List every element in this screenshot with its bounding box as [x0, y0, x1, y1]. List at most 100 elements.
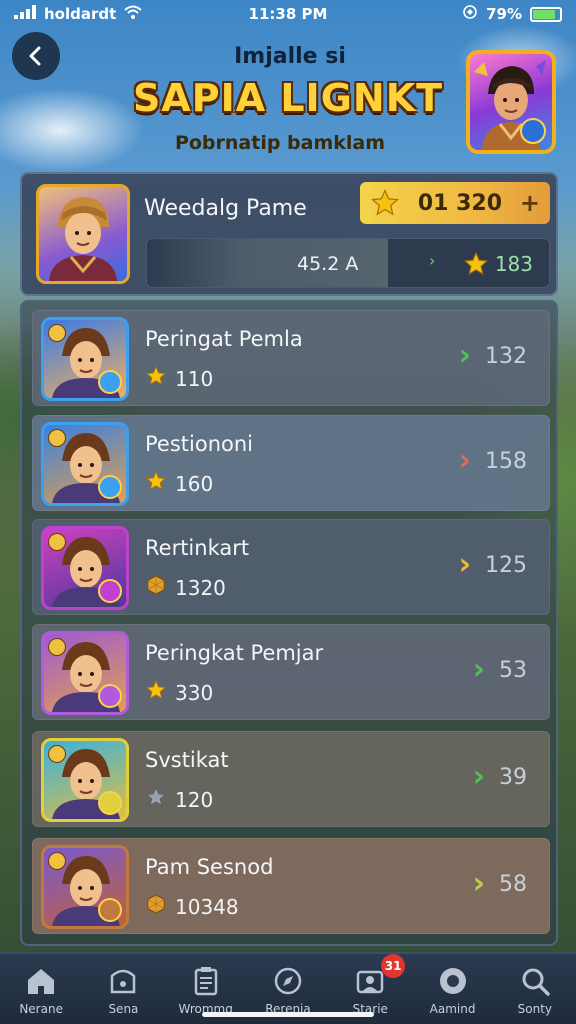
star-icon	[145, 679, 167, 706]
medal-icon	[98, 370, 122, 394]
clipboard-icon	[194, 967, 217, 996]
row-trend-value: 58	[499, 871, 527, 897]
status-time: 11:38 PM	[248, 5, 328, 23]
medal-icon	[98, 898, 122, 922]
nav-item-nerane[interactable]: Nerane	[0, 954, 82, 1024]
row-trend: › 39	[473, 762, 527, 792]
medal-icon	[98, 791, 122, 815]
star-icon	[145, 786, 167, 813]
star-icon	[463, 251, 488, 275]
nav-label: Aamind	[429, 1002, 476, 1016]
nav-item-sonty[interactable]: Sonty	[494, 954, 576, 1024]
chevron-right-icon: ›	[472, 866, 485, 901]
row-score-value: 1320	[175, 575, 226, 600]
header-subtitle: Imjalle si	[234, 44, 346, 69]
row-score-value: 330	[175, 680, 214, 705]
profile-badge-icon	[520, 118, 546, 144]
nav-item-aamind[interactable]: Aamind	[411, 954, 493, 1024]
rankings-list[interactable]: Peringat Pemla 110 › 132 Pestiononi 160	[20, 300, 558, 946]
row-avatar	[41, 422, 129, 506]
ranking-row[interactable]: Rertinkart 1320 › 125	[32, 519, 550, 615]
status-bar: holdardt 11:38 PM 79%	[0, 0, 576, 28]
player-name: Weedalg Pame	[144, 196, 307, 221]
rank-badge	[48, 745, 66, 763]
rank-badge	[48, 852, 66, 870]
shop-icon	[111, 969, 136, 994]
chevron-left-icon	[29, 46, 41, 66]
eye-icon	[439, 968, 466, 994]
score-value: 01 320	[417, 190, 503, 216]
progress-label: 45.2 A	[297, 253, 359, 275]
row-trend-value: 125	[485, 552, 527, 578]
player-portrait-icon	[49, 197, 117, 281]
wifi-icon	[124, 5, 142, 23]
row-avatar	[41, 631, 129, 715]
add-icon[interactable]: +	[520, 189, 540, 217]
row-avatar	[41, 317, 129, 401]
battery-level	[533, 9, 556, 19]
signal-icon	[14, 5, 36, 23]
row-score-value: 120	[175, 787, 214, 812]
medal-icon	[98, 684, 122, 708]
nav-label: Sena	[108, 1002, 139, 1016]
row-name: Pestiononi	[145, 432, 253, 456]
page-title: SAPIA LIGNKT	[132, 76, 444, 120]
location-icon	[462, 4, 478, 24]
ranking-row[interactable]: Peringkat Pemjar 330 › 53	[32, 624, 550, 720]
row-trend: › 132	[459, 341, 527, 371]
battery-percent: 79%	[486, 5, 522, 23]
row-trend-value: 158	[485, 448, 527, 474]
ranking-row[interactable]: Pam Sesnod 10348 › 58	[32, 838, 550, 934]
profile-avatar[interactable]	[466, 50, 556, 154]
back-button[interactable]	[12, 32, 60, 80]
row-score-value: 160	[175, 471, 214, 496]
rank-badge	[48, 638, 66, 656]
row-score: 10348	[145, 893, 239, 920]
row-avatar	[41, 526, 129, 610]
row-name: Svstikat	[145, 748, 229, 772]
rank-badge	[48, 533, 66, 551]
row-name: Peringat Pemla	[145, 327, 303, 351]
chevron-right-icon: ›	[458, 338, 471, 373]
score-pill[interactable]: 01 320 +	[360, 182, 550, 224]
row-avatar	[41, 738, 129, 822]
row-score-value: 110	[175, 366, 214, 391]
chevron-right-icon: ›	[472, 759, 485, 794]
row-score: 330	[145, 679, 213, 706]
gem-icon	[145, 574, 167, 601]
carrier-label: holdardt	[44, 5, 117, 23]
row-avatar	[41, 845, 129, 929]
notification-badge: 31	[381, 954, 406, 978]
row-score-value: 10348	[175, 894, 239, 919]
ranking-row[interactable]: Svstikat 120 › 39	[32, 731, 550, 827]
progress-bar: 45.2 A › 183	[146, 238, 550, 288]
medal-icon	[98, 579, 122, 603]
ranking-row[interactable]: Peringat Pemla 110 › 132	[32, 310, 550, 406]
home-indicator[interactable]	[202, 1012, 374, 1017]
row-trend: › 125	[459, 550, 527, 580]
row-score: 120	[145, 786, 213, 813]
nav-item-sena[interactable]: Sena	[82, 954, 164, 1024]
header-tagline: Pobrnatip bamklam	[174, 132, 386, 154]
arrow-right-icon: ›	[429, 251, 436, 270]
stars-count: 183	[494, 252, 533, 276]
chevron-right-icon: ›	[472, 652, 485, 687]
row-score: 110	[145, 365, 213, 392]
row-name: Rertinkart	[145, 536, 250, 560]
gem-icon	[145, 893, 167, 920]
row-score: 1320	[145, 574, 226, 601]
row-name: Peringkat Pemjar	[145, 641, 324, 665]
ranking-row[interactable]: Pestiononi 160 › 158	[32, 415, 550, 511]
star-icon	[145, 470, 167, 497]
chevron-right-icon: ›	[458, 443, 471, 478]
search-icon	[522, 968, 550, 996]
row-score: 160	[145, 470, 213, 497]
chevron-right-icon: ›	[458, 547, 471, 582]
compass-icon	[274, 967, 302, 995]
home-icon	[28, 969, 55, 994]
rank-badge	[48, 324, 66, 342]
progress-stars: 183	[463, 251, 533, 277]
player-avatar[interactable]	[36, 184, 130, 284]
nav-label: Sonty	[517, 1002, 553, 1016]
nav-label: Nerane	[19, 1002, 63, 1016]
